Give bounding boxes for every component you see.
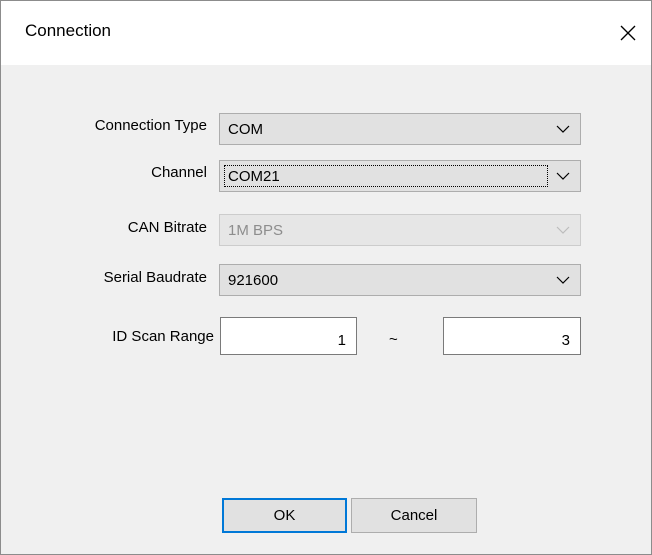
cancel-button[interactable]: Cancel <box>351 498 477 533</box>
channel-select[interactable]: COM21 <box>219 160 581 192</box>
connection-dialog: Connection Connection Type COM Channel C… <box>0 0 652 555</box>
connection-type-label: Connection Type <box>94 117 207 134</box>
range-separator: ~ <box>389 331 398 348</box>
id-scan-range-label: ID Scan Range <box>112 328 214 345</box>
chevron-down-icon <box>556 172 570 180</box>
chevron-down-icon <box>556 125 570 133</box>
connection-type-value: COM <box>228 121 263 138</box>
close-button[interactable] <box>605 1 651 65</box>
title-bar: Connection <box>1 1 651 65</box>
close-icon <box>620 25 636 41</box>
window-title: Connection <box>25 21 112 40</box>
ok-button[interactable]: OK <box>222 498 347 533</box>
serial-baudrate-label: Serial Baudrate <box>103 269 207 286</box>
can-bitrate-select: 1M BPS <box>219 214 581 246</box>
chevron-down-icon <box>556 276 570 284</box>
can-bitrate-value: 1M BPS <box>228 222 284 239</box>
serial-baudrate-select[interactable]: 921600 <box>219 264 581 296</box>
id-scan-range-from-input[interactable] <box>220 317 357 355</box>
serial-baudrate-value: 921600 <box>228 272 279 289</box>
id-scan-range-to-input[interactable] <box>443 317 581 355</box>
channel-value: COM21 <box>228 168 280 185</box>
chevron-down-icon <box>556 226 570 234</box>
channel-label: Channel <box>151 164 207 181</box>
connection-type-select[interactable]: COM <box>219 113 581 145</box>
can-bitrate-label: CAN Bitrate <box>127 219 207 236</box>
